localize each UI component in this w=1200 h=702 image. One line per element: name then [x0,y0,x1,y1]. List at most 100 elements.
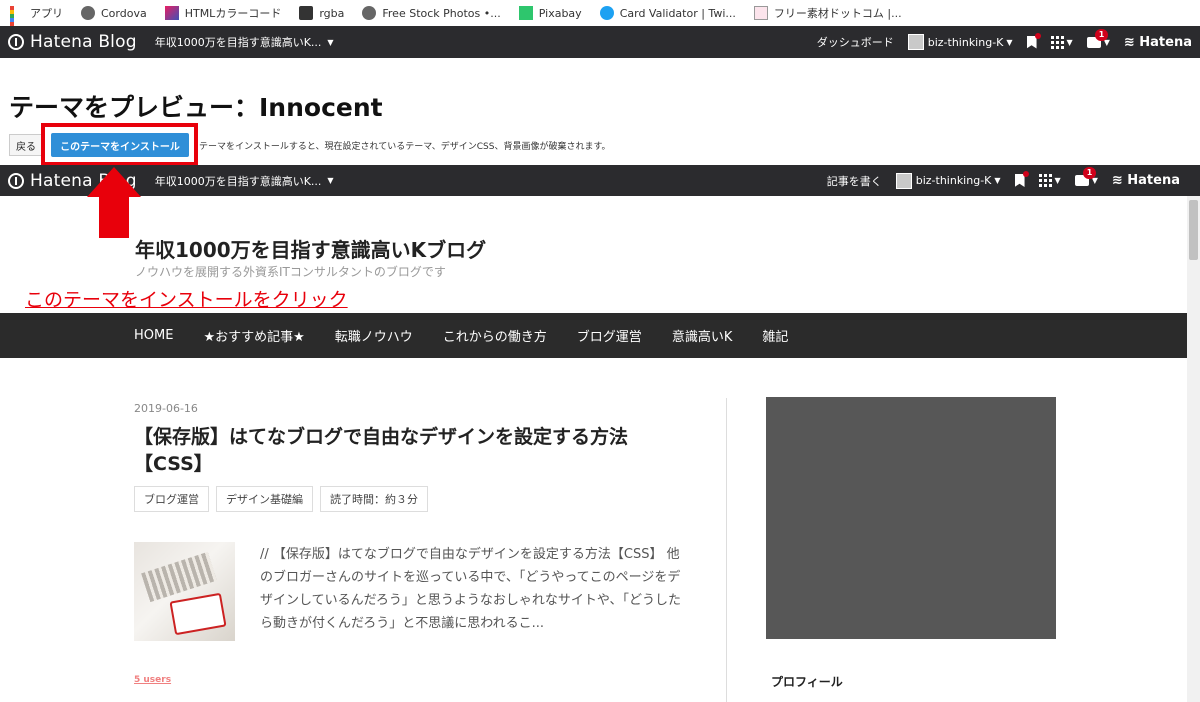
user-name: biz-thinking-K [915,174,992,187]
bookmark-pixabay[interactable]: Pixabay [518,6,582,20]
highlight-box [41,123,198,166]
bookmark-html-color[interactable]: HTMLカラーコード [164,5,282,21]
bookmark-cordova[interactable]: Cordova [81,6,147,20]
hatena-swirl-icon: ≋ [1123,34,1140,50]
notifications-button[interactable]: 1 ▼ [1074,167,1098,186]
globe-icon [81,6,95,20]
hatena-global-bar: Hatena Blog 年収1000万を目指す意識高いK... ▼ ダッシュボー… [0,26,1200,58]
apps-grid-icon [1050,35,1064,49]
bookmark-label: フリー素材ドットコム |... [773,7,902,20]
header-right: 記事を書く biz-thinking-K ▼ ▼ 1 ▼ ≋ Hatena [813,167,1200,189]
bookmark-label: Pixabay [538,6,582,20]
bookmark-label: アプリ [30,7,63,20]
preview-hatena-bar: Hatena Blog 年収1000万を目指す意識高いK... ▼ 記事を書く … [0,165,1200,196]
nav-item-career[interactable]: 転職ノウハウ [335,326,413,345]
caret-down-icon: ▼ [1066,37,1073,47]
user-name: biz-thinking-K [927,35,1004,49]
notifications-button[interactable]: 1 ▼ [1086,28,1110,48]
bookmark-apps[interactable]: アプリ [10,5,63,42]
back-button[interactable]: 戻る [9,134,43,156]
header-right: ダッシュボード biz-thinking-K ▼ ▼ 1 ▼ ≋ Hatena [803,28,1200,50]
bookmark-label: Cordova [101,6,147,20]
globe-icon [362,6,377,20]
tag-reading-time[interactable]: 読了時間：約３分 [320,486,428,512]
bookmark-users-link[interactable]: 5 users [134,675,171,685]
user-menu[interactable]: biz-thinking-K ▼ [895,172,1001,189]
install-warning: テーマをインストールすると、現在設定されているテーマ、デザインCSS、背景画像が… [199,142,611,152]
bookmark-label: Free Stock Photos •... [382,6,501,20]
annotation-text: このテーマをインストールをクリック [25,289,348,311]
bookmark-free-stock[interactable]: Free Stock Photos •... [362,6,501,20]
blog-selector[interactable]: 年収1000万を目指す意識高いK... ▼ [155,173,334,189]
article-title[interactable]: 【保存版】はてなブログで自由なデザインを設定する方法【CSS】 [134,424,694,478]
tag-design-basics[interactable]: デザイン基礎編 [216,486,313,512]
dashboard-link[interactable]: ダッシュボード [817,34,894,50]
bookmark-label: Card Validator | Twi... [619,6,736,20]
bookmark-button[interactable] [1026,32,1041,49]
caret-down-icon: ▼ [1006,37,1013,47]
sidebar-image [766,397,1056,639]
notification-badge: 1 [1094,28,1109,41]
avatar [907,34,924,50]
page-icon [753,6,768,20]
hatena-brand-link[interactable]: ≋ Hatena [1124,35,1192,50]
hatena-swirl-icon: ≋ [1111,173,1128,188]
notebook-image [169,592,227,636]
article-tags: ブログ運営 デザイン基礎編 読了時間：約３分 [134,486,435,512]
article-excerpt: // 【保存版】はてなブログで自由なデザインを設定する方法【CSS】 他のブロガ… [260,547,681,631]
tag-blog-management[interactable]: ブログ運営 [134,486,209,512]
twitter-bird-icon [599,6,614,20]
write-article-link[interactable]: 記事を書く [827,173,882,189]
apps-menu[interactable]: ▼ [1038,174,1061,187]
sidebar-profile-heading: プロフィール [771,675,843,689]
hatena-brand-link[interactable]: ≋ Hatena [1112,173,1180,188]
blog-description: ノウハウを展開する外資系ITコンサルタントのブログです [135,265,446,279]
brand-text: Hatena [1127,173,1180,188]
rgba-icon [299,6,314,20]
hatena-logo-icon [8,34,24,50]
column-divider [726,398,727,702]
apps-grid-icon [1038,174,1052,187]
pixabay-icon [518,6,533,20]
brand-text: Hatena [1139,34,1192,50]
color-code-icon [164,6,179,20]
article-thumbnail[interactable] [134,542,235,641]
apps-grid-icon [10,6,24,42]
nav-item-work-style[interactable]: これからの働き方 [443,326,547,345]
user-menu[interactable]: biz-thinking-K ▼ [907,34,1013,50]
bookmark-label: HTMLカラーコード [184,7,282,20]
caret-down-icon: ▼ [327,176,334,185]
nav-item-ishikitakai-k[interactable]: 意識高いK [672,326,733,345]
blog-selector[interactable]: 年収1000万を目指す意識高いK... ▼ [155,34,334,50]
hatena-logo-icon [8,172,24,189]
nav-item-recommended[interactable]: ★おすすめ記事★ [203,326,304,345]
preview-scrollbar[interactable] [1187,196,1200,702]
red-arrow-icon [87,167,141,197]
apps-menu[interactable]: ▼ [1050,35,1073,49]
bookmark-label: rgba [319,6,345,20]
red-arrow-shaft [99,196,129,238]
notification-dot [1022,171,1029,177]
caret-down-icon: ▼ [994,176,1001,185]
notification-badge: 1 [1082,167,1097,179]
bookmark-rgba[interactable]: rgba [299,6,344,20]
page-title: テーマをプレビュー：Innocent [9,93,383,122]
hatena-blog-logo[interactable]: Hatena Blog [8,32,137,52]
notification-dot [1034,32,1041,39]
bookmarks-bar: アプリ Cordova HTMLカラーコード rgba Free Stock P… [0,0,1200,42]
blog-nav: HOME ★おすすめ記事★ 転職ノウハウ これからの働き方 ブログ運営 意識高い… [0,313,1187,358]
bookmark-card-validator[interactable]: Card Validator | Twi... [599,6,736,20]
caret-down-icon: ▼ [327,37,334,47]
blog-title[interactable]: 年収1000万を目指す意識高いKブログ [135,234,486,263]
blog-selector-label: 年収1000万を目指す意識高いK... [154,174,322,188]
nav-item-blog-management[interactable]: ブログ運営 [577,326,642,345]
avatar [895,172,912,189]
nav-item-home[interactable]: HOME [134,328,173,343]
nav-item-misc[interactable]: 雑記 [762,326,788,345]
bookmark-free-sozai[interactable]: フリー素材ドットコム |... [753,5,902,21]
caret-down-icon: ▼ [1054,176,1061,185]
bookmark-button[interactable] [1014,171,1029,187]
scrollbar-thumb[interactable] [1189,200,1198,260]
logo-text: Hatena Blog [30,32,137,52]
blog-selector-label: 年収1000万を目指す意識高いK... [154,36,322,49]
